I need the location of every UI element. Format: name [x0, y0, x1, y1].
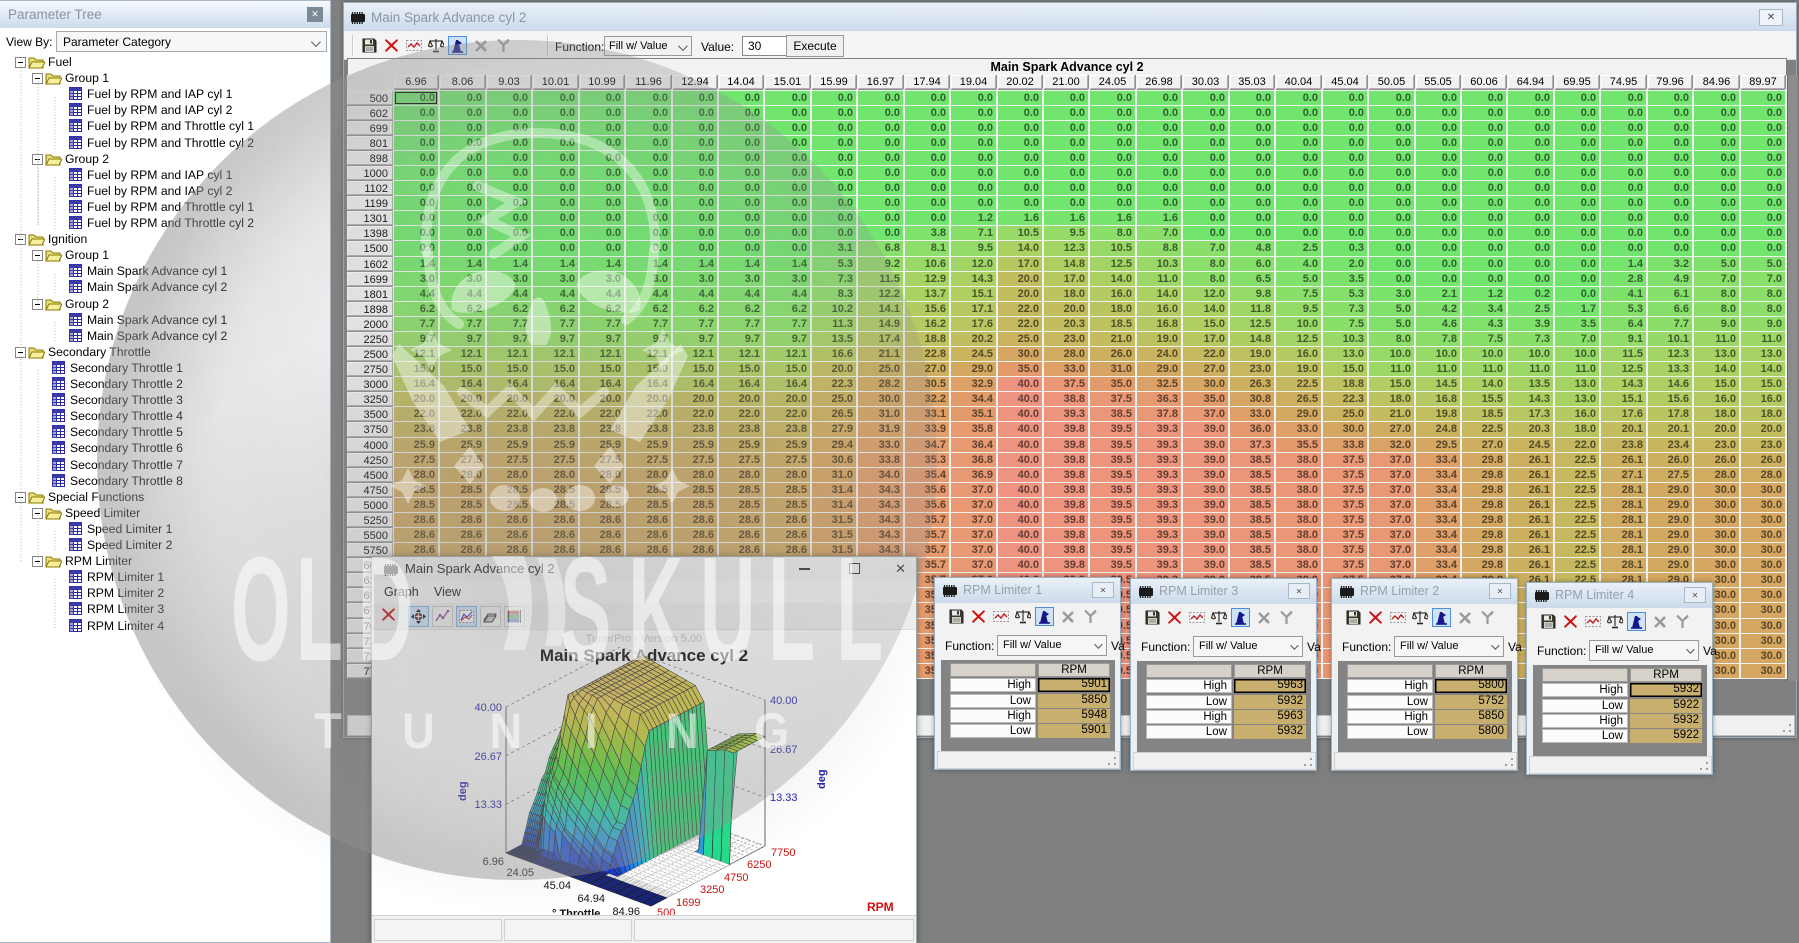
svg-text:6.96: 6.96: [483, 856, 504, 868]
svg-text:7750: 7750: [771, 847, 795, 859]
svg-text:13.33: 13.33: [770, 792, 798, 804]
svg-text:26.67: 26.67: [474, 751, 502, 763]
svg-text:45.04: 45.04: [543, 880, 571, 892]
svg-text:3250: 3250: [700, 884, 724, 896]
svg-text:1699: 1699: [676, 897, 700, 909]
svg-text:64.94: 64.94: [577, 893, 605, 905]
svg-text:40.00: 40.00: [770, 695, 798, 707]
svg-text:deg: deg: [816, 769, 828, 789]
svg-text:13.33: 13.33: [474, 799, 502, 811]
svg-text:RPM: RPM: [867, 900, 894, 914]
svg-text:4750: 4750: [724, 872, 748, 884]
svg-text:24.05: 24.05: [506, 867, 534, 879]
svg-text:deg: deg: [457, 781, 469, 801]
svg-text:26.67: 26.67: [770, 744, 798, 756]
svg-text:40.00: 40.00: [474, 702, 502, 714]
svg-text:6250: 6250: [747, 859, 771, 871]
